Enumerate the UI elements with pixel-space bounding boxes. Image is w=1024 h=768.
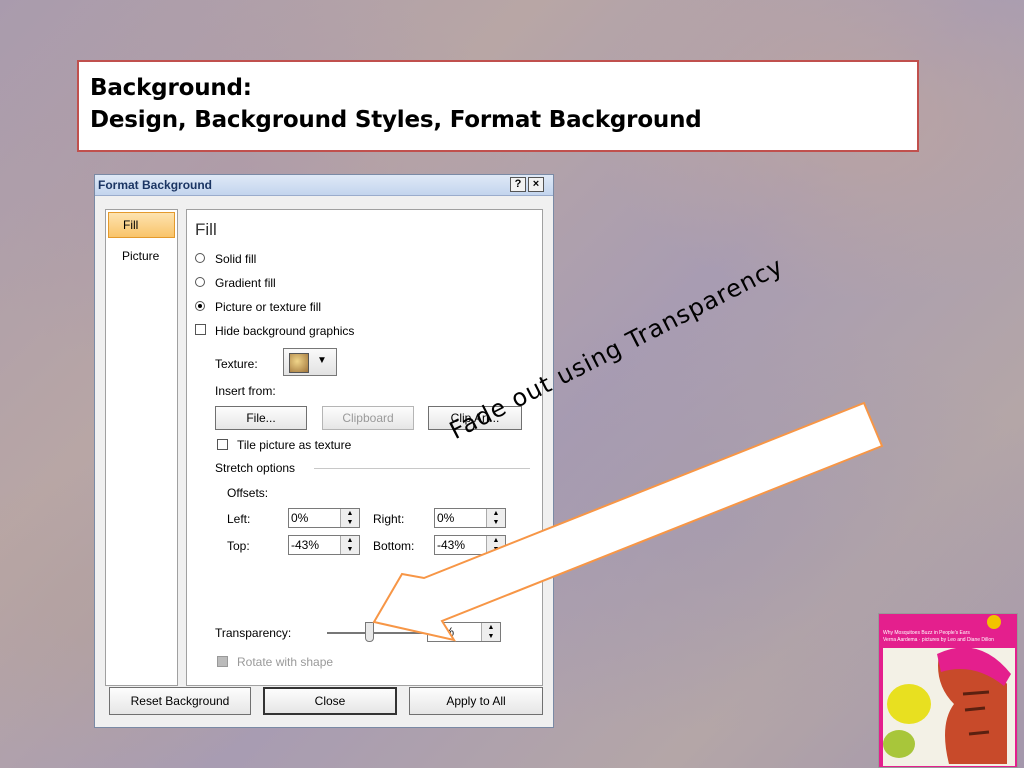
- offsets-label: Offsets:: [227, 486, 269, 500]
- close-button[interactable]: Close: [263, 687, 397, 715]
- left-offset-label: Left:: [227, 512, 251, 526]
- help-button[interactable]: ?: [510, 177, 526, 192]
- stretch-options-label: Stretch options: [215, 461, 296, 475]
- transparency-slider[interactable]: [327, 622, 427, 646]
- bottom-offset-value: -43%: [437, 538, 466, 552]
- transparency-stepper[interactable]: 42% ▲ ▼: [427, 622, 501, 642]
- picture-fill-label: Picture or texture fill: [215, 300, 322, 314]
- stretch-divider: [314, 468, 530, 469]
- rotate-label: Rotate with shape: [237, 655, 334, 669]
- stepper-arrows-icon[interactable]: ▲ ▼: [340, 536, 359, 554]
- stepper-arrows-icon[interactable]: ▲ ▼: [340, 509, 359, 527]
- gradient-fill-label: Gradient fill: [215, 276, 276, 290]
- file-button[interactable]: File...: [215, 406, 307, 430]
- top-offset-value: -43%: [291, 538, 320, 552]
- apply-to-all-button[interactable]: Apply to All: [409, 687, 543, 715]
- chevron-down-icon: ▼: [317, 355, 327, 366]
- picture-fill-radio[interactable]: [195, 301, 205, 311]
- right-offset-value: 0%: [437, 511, 455, 525]
- slide-title-line2: Design, Background Styles, Format Backgr…: [90, 107, 702, 133]
- texture-label: Texture:: [215, 357, 258, 371]
- tile-checkbox[interactable]: [217, 439, 228, 450]
- slide-title-box: Background: Design, Background Styles, F…: [77, 60, 919, 152]
- hide-bg-label: Hide background graphics: [215, 324, 355, 338]
- book-cover-image: Why Mosquitoes Buzz in People's Ears Ver…: [878, 613, 1018, 768]
- clipboard-button[interactable]: Clipboard: [322, 406, 414, 430]
- category-sidebar: Fill Picture: [105, 209, 178, 686]
- reset-background-button[interactable]: Reset Background: [109, 687, 251, 715]
- sidebar-item-picture[interactable]: Picture: [108, 244, 175, 268]
- slide-title-line1: Background:: [90, 75, 252, 101]
- solid-fill-label: Solid fill: [215, 252, 257, 266]
- close-icon[interactable]: ×: [528, 177, 544, 192]
- book-illustration: [883, 615, 1015, 766]
- right-offset-stepper[interactable]: 0% ▲ ▼: [434, 508, 506, 528]
- dialog-title: Format Background: [98, 178, 213, 192]
- texture-swatch-icon: [289, 353, 309, 373]
- transparency-value: 42%: [430, 625, 455, 639]
- transparency-label: Transparency:: [215, 626, 292, 640]
- stepper-arrows-icon[interactable]: ▲ ▼: [481, 623, 500, 641]
- format-background-dialog: Format Background ? × Fill Picture Fill …: [94, 174, 554, 728]
- tile-label: Tile picture as texture: [237, 438, 352, 452]
- stepper-arrows-icon[interactable]: ▲ ▼: [486, 536, 505, 554]
- slider-track: [327, 632, 427, 634]
- sidebar-item-fill[interactable]: Fill: [108, 212, 175, 238]
- insert-from-label: Insert from:: [215, 384, 276, 398]
- solid-fill-radio[interactable]: [195, 253, 205, 263]
- top-offset-label: Top:: [227, 539, 250, 553]
- rotate-checkbox[interactable]: [217, 656, 228, 667]
- hide-bg-checkbox[interactable]: [195, 324, 206, 335]
- bottom-offset-stepper[interactable]: -43% ▲ ▼: [434, 535, 506, 555]
- right-offset-label: Right:: [373, 512, 405, 526]
- stepper-arrows-icon[interactable]: ▲ ▼: [486, 509, 505, 527]
- left-offset-value: 0%: [291, 511, 309, 525]
- slider-thumb[interactable]: [365, 622, 374, 642]
- top-offset-stepper[interactable]: -43% ▲ ▼: [288, 535, 360, 555]
- gradient-fill-radio[interactable]: [195, 277, 205, 287]
- fill-panel: Fill Solid fill Gradient fill Picture or…: [186, 209, 543, 686]
- left-offset-stepper[interactable]: 0% ▲ ▼: [288, 508, 360, 528]
- dialog-titlebar: Format Background ? ×: [95, 175, 553, 196]
- bottom-offset-label: Bottom:: [373, 539, 415, 553]
- panel-title: Fill: [195, 220, 217, 239]
- texture-dropdown[interactable]: ▼: [283, 348, 337, 376]
